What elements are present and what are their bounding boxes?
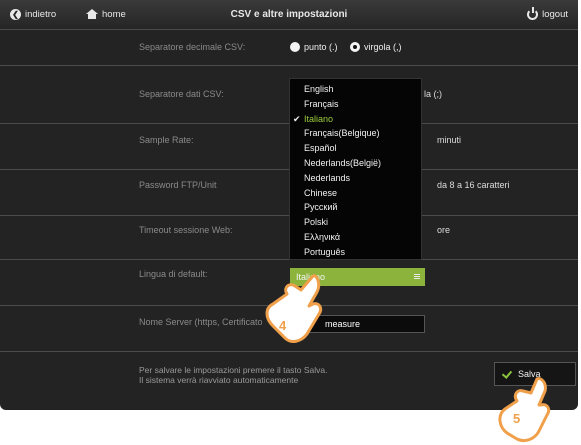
- logout-label: logout: [542, 9, 568, 20]
- page-title: CSV e altre impostazioni: [230, 9, 348, 20]
- default-language-label: Lingua di default:: [139, 269, 208, 279]
- ftp-password-label: Password FTP/Unit: [139, 180, 217, 190]
- step-5-number: 5: [513, 411, 521, 426]
- power-icon: [527, 7, 539, 20]
- radio-virgola-dot: [350, 42, 361, 52]
- language-option-selected[interactable]: ✔ Italiano: [290, 112, 421, 127]
- language-option-label: Nederlands(België): [304, 157, 382, 168]
- language-option-label: English: [304, 84, 334, 94]
- data-separator-label: Separatore dati CSV:: [139, 89, 224, 99]
- language-option-label: Ελληνικά: [304, 231, 341, 242]
- ftp-password-hint: da 8 a 16 caratteri: [437, 180, 510, 190]
- step-4-callout: 4: [255, 270, 325, 350]
- language-option[interactable]: Ελληνικά: [290, 230, 421, 245]
- language-option-label: Chinese: [304, 187, 338, 198]
- language-option[interactable]: Français: [290, 97, 421, 112]
- language-option-label: Polski: [304, 217, 329, 228]
- language-option[interactable]: Nederlands: [290, 171, 421, 186]
- language-option-label: Русский: [304, 202, 338, 213]
- language-dropdown-menu: English Français ✔ Italiano Français(Belg…: [289, 78, 422, 260]
- pointing-hand-icon: [498, 377, 551, 443]
- language-option[interactable]: Nederlands(België): [290, 156, 421, 171]
- language-option[interactable]: English: [290, 82, 421, 97]
- data-separator-value: la (;): [424, 89, 442, 99]
- language-option[interactable]: Português: [290, 245, 421, 260]
- language-option[interactable]: Polski: [290, 215, 421, 230]
- session-timeout-label: Timeout sessione Web:: [139, 225, 233, 235]
- language-option-label: Français(Belgique): [304, 128, 380, 139]
- radio-punto-label: punto (.): [304, 42, 338, 52]
- language-option[interactable]: Chinese: [290, 186, 421, 201]
- language-option[interactable]: Русский: [290, 200, 421, 215]
- save-note-line2: Il sistema verrà riavviato automaticamen…: [139, 375, 299, 385]
- decimal-separator-row: Separatore decimale CSV: punto (.) virgo…: [0, 30, 578, 66]
- language-option[interactable]: Français(Belgique): [290, 126, 421, 141]
- language-option-label: Español: [304, 143, 337, 154]
- pointing-hand-icon: [265, 274, 323, 343]
- radio-virgola-label: virgola (,): [364, 42, 402, 52]
- radio-punto-dot: [290, 42, 300, 52]
- session-timeout-unit: ore: [437, 225, 451, 235]
- save-note-line1: Per salvare le impostazioni premere il t…: [139, 365, 328, 375]
- sample-rate-unit: minuti: [437, 135, 462, 145]
- step-4-number: 4: [279, 318, 287, 333]
- sample-rate-label: Sample Rate:: [139, 135, 194, 145]
- language-option-label: Français: [304, 98, 339, 109]
- radio-punto[interactable]: punto (.): [290, 42, 338, 52]
- radio-virgola[interactable]: virgola (,): [350, 42, 402, 52]
- decimal-separator-label: Separatore decimale CSV:: [139, 42, 246, 52]
- menu-grip-icon: [414, 274, 420, 279]
- language-option[interactable]: Español: [290, 141, 421, 156]
- server-name-label: Nome Server (https, Certificato: [139, 317, 263, 327]
- language-option-label: Nederlands: [304, 172, 351, 183]
- language-option-label: Italiano: [304, 113, 334, 124]
- save-instructions: Per salvare le impostazioni premere il t…: [139, 365, 328, 385]
- screenshot-stage: ❮ indietro home CSV e altre impostazioni…: [0, 0, 581, 445]
- logout-button[interactable]: logout: [527, 7, 568, 20]
- language-option-label: Português: [304, 246, 346, 257]
- decimal-separator-options: punto (.) virgola (,): [290, 42, 412, 54]
- checkmark-icon: ✔: [293, 113, 301, 124]
- step-5-callout: 5: [493, 375, 559, 445]
- top-bar: ❮ indietro home CSV e altre impostazioni…: [0, 0, 578, 30]
